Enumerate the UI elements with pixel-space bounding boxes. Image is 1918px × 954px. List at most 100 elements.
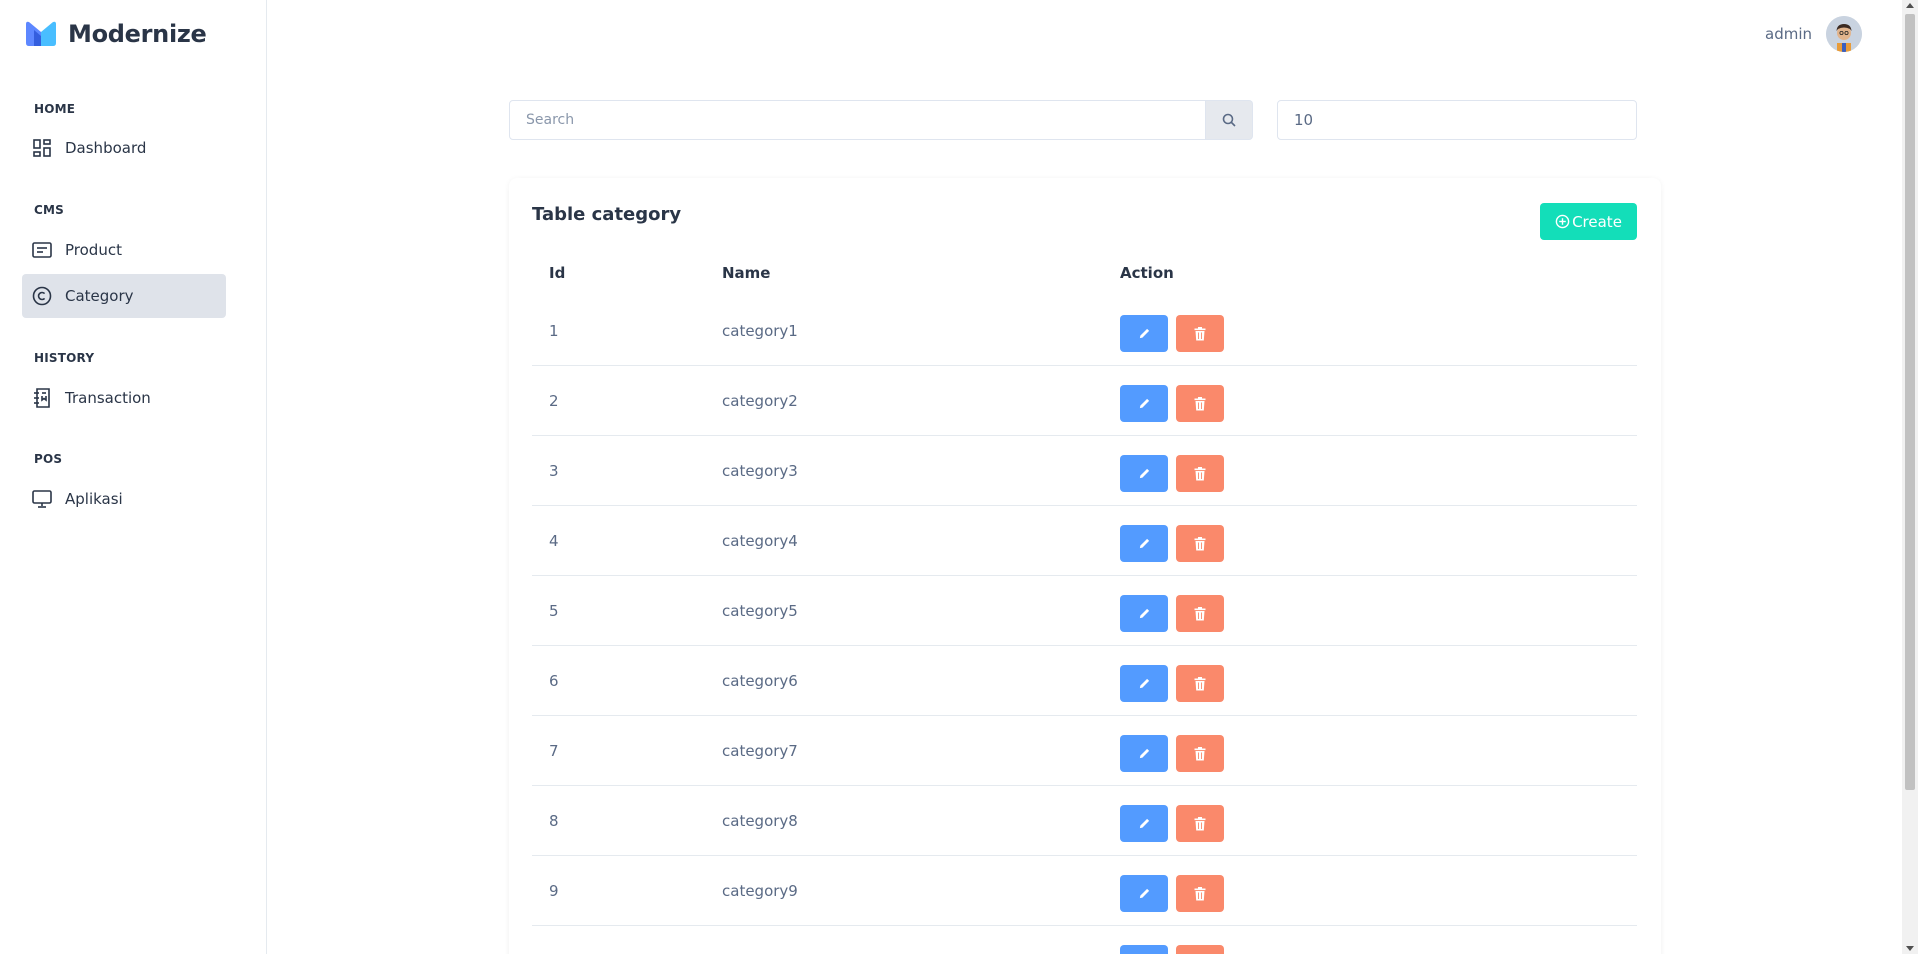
cell-id: 8 [549, 812, 559, 830]
edit-button[interactable] [1120, 385, 1168, 422]
modernize-logo-icon [24, 20, 58, 48]
pencil-icon [1139, 748, 1149, 759]
edit-button[interactable] [1120, 455, 1168, 492]
edit-button[interactable] [1120, 735, 1168, 772]
edit-button[interactable] [1120, 525, 1168, 562]
cell-name: category6 [722, 672, 798, 690]
page-scrollbar[interactable] [1902, 0, 1918, 954]
pencil-icon [1139, 538, 1149, 549]
sidebar-item-label: Transaction [65, 389, 151, 407]
delete-button[interactable] [1176, 945, 1224, 954]
create-button[interactable]: Create [1540, 203, 1637, 240]
pencil-icon [1139, 818, 1149, 829]
cell-id: 6 [549, 672, 559, 690]
cell-id: 7 [549, 742, 559, 760]
scroll-up-icon[interactable] [1906, 3, 1914, 8]
pencil-icon [1139, 678, 1149, 689]
delete-button[interactable] [1176, 595, 1224, 632]
dashboard-icon [31, 137, 53, 159]
sidebar-item-aplikasi[interactable]: Aplikasi [22, 477, 226, 521]
cell-name: category9 [722, 882, 798, 900]
cell-id: 3 [549, 462, 559, 480]
plus-circle-icon [1555, 214, 1570, 229]
table-row: 2 category2 [532, 366, 1637, 436]
product-icon [31, 239, 53, 261]
delete-button[interactable] [1176, 735, 1224, 772]
avatar[interactable] [1826, 16, 1862, 52]
nav-caption-pos: POS [34, 452, 63, 466]
nav-caption-home: HOME [34, 102, 76, 116]
user-menu[interactable]: admin [1765, 16, 1862, 52]
delete-button[interactable] [1176, 455, 1224, 492]
edit-button[interactable] [1120, 945, 1168, 954]
per-page-input[interactable] [1277, 100, 1637, 140]
sidebar-item-label: Dashboard [65, 139, 147, 157]
trash-icon [1194, 816, 1206, 830]
brand[interactable]: Modernize [24, 20, 207, 48]
search-button[interactable] [1206, 100, 1253, 140]
delete-button[interactable] [1176, 385, 1224, 422]
edit-button[interactable] [1120, 595, 1168, 632]
trash-icon [1194, 396, 1206, 410]
table-row: 6 category6 [532, 646, 1637, 716]
trash-icon [1194, 606, 1206, 620]
sidebar-item-label: Category [65, 287, 134, 305]
table-row: 1 category1 [532, 296, 1637, 366]
cell-name: category5 [722, 602, 798, 620]
search-input[interactable] [509, 100, 1206, 140]
pencil-icon [1139, 398, 1149, 409]
edit-button[interactable] [1120, 875, 1168, 912]
table-row: 4 category4 [532, 506, 1637, 576]
cell-id: 9 [549, 882, 559, 900]
search-icon [1222, 113, 1236, 127]
cell-name: category3 [722, 462, 798, 480]
delete-button[interactable] [1176, 665, 1224, 702]
nav-caption-cms: CMS [34, 203, 64, 217]
cell-name: category4 [722, 532, 798, 550]
card-title: Table category [532, 204, 682, 225]
delete-button[interactable] [1176, 805, 1224, 842]
column-header-name: Name [722, 264, 771, 282]
delete-button[interactable] [1176, 875, 1224, 912]
receipt-icon [31, 387, 53, 409]
sidebar: Modernize HOME Dashboard CMS Product Cat… [0, 0, 267, 954]
cell-name: category7 [722, 742, 798, 760]
category-table-card: Table category Create Id Name Action 1 ca… [509, 178, 1661, 954]
edit-button[interactable] [1120, 665, 1168, 702]
sidebar-item-transaction[interactable]: Transaction [22, 376, 226, 420]
user-name: admin [1765, 25, 1812, 43]
cell-name: category1 [722, 322, 798, 340]
delete-button[interactable] [1176, 315, 1224, 352]
copyright-icon [31, 285, 53, 307]
trash-icon [1194, 466, 1206, 480]
edit-button[interactable] [1120, 805, 1168, 842]
cell-id: 2 [549, 392, 559, 410]
brand-name: Modernize [68, 20, 207, 48]
scrollbar-thumb[interactable] [1905, 14, 1915, 790]
cell-id: 1 [549, 322, 559, 340]
cell-id: 5 [549, 602, 559, 620]
table-row: 7 category7 [532, 716, 1637, 786]
sidebar-item-dashboard[interactable]: Dashboard [22, 126, 226, 170]
sidebar-item-label: Product [65, 241, 122, 259]
trash-icon [1194, 676, 1206, 690]
cell-name: category8 [722, 812, 798, 830]
pencil-icon [1139, 328, 1149, 339]
delete-button[interactable] [1176, 525, 1224, 562]
trash-icon [1194, 746, 1206, 760]
scroll-down-icon[interactable] [1906, 946, 1914, 951]
table-row: 8 category8 [532, 786, 1637, 856]
sidebar-item-product[interactable]: Product [22, 228, 226, 272]
pencil-icon [1139, 608, 1149, 619]
edit-button[interactable] [1120, 315, 1168, 352]
monitor-icon [31, 488, 53, 510]
pencil-icon [1139, 888, 1149, 899]
cell-name: category2 [722, 392, 798, 410]
column-header-action: Action [1120, 264, 1174, 282]
sidebar-item-category[interactable]: Category [22, 274, 226, 318]
table-row [532, 926, 1637, 954]
cell-id: 4 [549, 532, 559, 550]
nav-caption-history: HISTORY [34, 351, 95, 365]
create-label: Create [1572, 212, 1622, 231]
trash-icon [1194, 536, 1206, 550]
